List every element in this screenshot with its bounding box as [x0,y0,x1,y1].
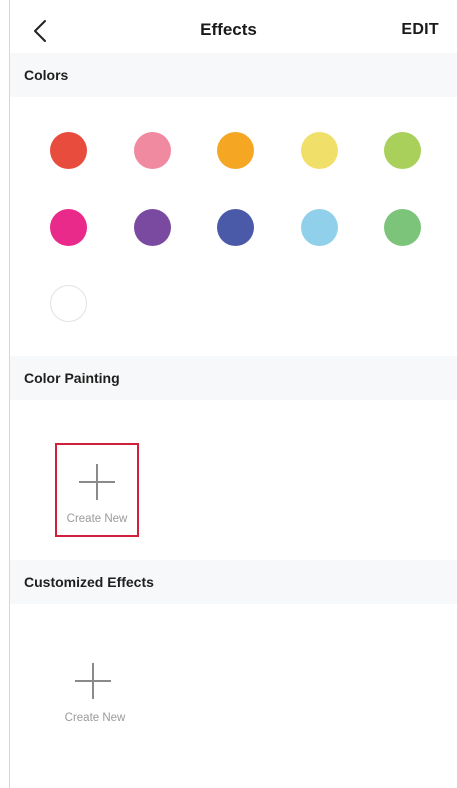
color-painting-section-title: Color Painting [24,370,120,386]
color-swatch-lime[interactable] [384,132,421,169]
plus-icon [79,464,115,500]
customized-effects-section-title: Customized Effects [24,574,154,590]
colors-section-header: Colors [10,53,457,97]
color-painting-section-header: Color Painting [10,356,457,400]
color-swatch-light-blue[interactable] [301,209,338,246]
customized-effects-create-new-button[interactable]: Create New [53,644,137,738]
color-swatch-yellow[interactable] [301,132,338,169]
nav-bar: Effects EDIT [0,0,457,58]
plus-icon [75,663,111,699]
color-painting-create-new-button[interactable]: Create New [55,443,139,537]
color-swatch-white[interactable] [50,285,87,322]
chevron-left-icon[interactable] [28,18,54,44]
create-new-label: Create New [64,712,126,724]
colors-section-title: Colors [24,67,69,83]
page-title: Effects [200,20,257,39]
color-swatch-orange[interactable] [217,132,254,169]
effects-screen: Effects EDIT Colors Color Painting Creat… [0,0,457,788]
color-swatch-blue[interactable] [217,209,254,246]
customized-effects-section-header: Customized Effects [10,560,457,604]
color-swatch-magenta[interactable] [50,209,87,246]
color-swatch-green[interactable] [384,209,421,246]
color-swatch-pink[interactable] [134,132,171,169]
edit-button[interactable]: EDIT [401,21,439,39]
color-swatch-grid [10,110,457,350]
color-swatch-red[interactable] [50,132,87,169]
create-new-label: Create New [66,513,128,525]
color-swatch-purple[interactable] [134,209,171,246]
